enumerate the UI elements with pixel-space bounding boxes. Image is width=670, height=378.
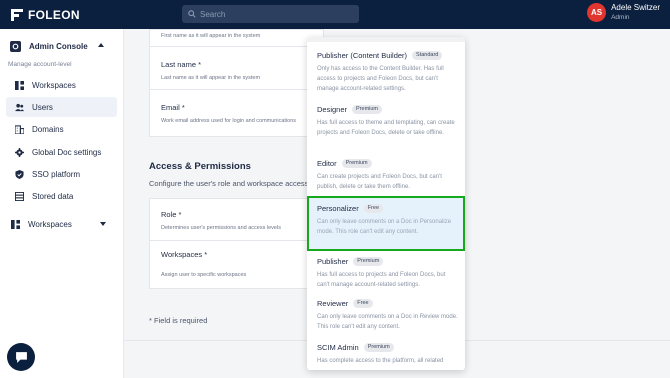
role-option-badge: Premium: [353, 256, 384, 266]
admin-console-icon: [10, 41, 21, 52]
role-option-description: Has full access to projects and Foleon D…: [317, 272, 446, 288]
sidebar-item-global-doc-settings[interactable]: Global Doc settings: [6, 142, 117, 162]
search-icon: [188, 10, 196, 18]
role-label: Role *: [161, 210, 182, 219]
role-option-description: Can only leave comments on a Doc in Revi…: [317, 314, 458, 330]
top-bar: FOLEON AS Adele Switzer Admin: [0, 0, 670, 29]
sidebar-item-label: Workspaces: [32, 80, 76, 90]
dropdown-scroll-edge: [307, 37, 465, 42]
workspaces-toggle-label: Workspaces: [28, 219, 72, 229]
divider: [150, 46, 325, 47]
grid-icon: [15, 80, 24, 90]
role-option-name: Designer: [317, 104, 348, 114]
chevron-up-icon: [98, 43, 104, 47]
sidebar-item-label: Stored data: [32, 191, 74, 201]
role-option-personalizer[interactable]: Personalizer Free Can only leave comment…: [307, 196, 465, 251]
database-icon: [15, 191, 24, 201]
role-option-name: SCIM Admin: [317, 342, 359, 352]
role-option-name: Editor: [317, 158, 337, 168]
foleon-logo[interactable]: FOLEON: [11, 8, 80, 22]
required-note: * Field is required: [149, 316, 208, 325]
role-option-badge: Free: [363, 203, 383, 213]
workspaces-help: Assign user to specific workspaces: [161, 272, 247, 278]
section-label: Manage account-level: [8, 61, 72, 68]
sidebar-item-stored-data[interactable]: Stored data: [6, 186, 117, 206]
workspaces-label: Workspaces *: [161, 250, 208, 259]
avatar[interactable]: AS: [587, 3, 607, 22]
role-help: Determines user's permissions and access…: [161, 225, 281, 231]
user-role: Admin: [611, 14, 630, 21]
access-permissions-subtitle: Configure the user's role and workspace …: [149, 179, 309, 188]
chat-icon: [15, 351, 27, 363]
sidebar-item-users[interactable]: Users: [6, 97, 117, 117]
last-name-help: Last name as it will appear in the syste…: [161, 75, 261, 81]
role-dropdown[interactable]: Publisher (Content Builder) Standard Onl…: [307, 37, 465, 370]
users-icon: [15, 103, 24, 111]
role-option-name: Publisher (Content Builder): [317, 50, 408, 60]
shield-icon: [15, 169, 24, 179]
role-option-editor[interactable]: Editor Premium Can create projects and F…: [307, 157, 465, 192]
divider: [150, 89, 325, 90]
sidebar-item-label: Global Doc settings: [32, 147, 102, 157]
last-name-label: Last name *: [161, 60, 202, 69]
email-label: Email *: [161, 103, 185, 112]
search-bar[interactable]: [182, 5, 359, 23]
admin-console-label: Admin Console: [29, 42, 88, 51]
access-permissions-title: Access & Permissions: [149, 161, 251, 172]
chevron-down-icon: [100, 222, 106, 226]
email-help: Work email address used for login and co…: [161, 118, 297, 124]
gear-icon: [15, 147, 24, 157]
first-name-help: First name as it will appear in the syst…: [161, 33, 261, 39]
role-option-description: Has complete access to the platform, all…: [317, 358, 444, 364]
role-option-publisher[interactable]: Publisher Premium Has full access to pro…: [307, 255, 465, 290]
personal-details-card: First name as it will appear in the syst…: [149, 29, 325, 137]
search-input[interactable]: [200, 9, 350, 19]
role-option-description: Can create projects and Foleon Docs, but…: [317, 174, 442, 190]
sidebar-item-workspaces[interactable]: Workspaces: [6, 75, 117, 95]
role-option-description: Only has access to the Content Builder. …: [317, 66, 444, 92]
workspaces-toggle[interactable]: Workspaces: [2, 214, 113, 234]
sidebar-item-sso-platform[interactable]: SSO platform: [6, 164, 117, 184]
divider: [150, 240, 325, 241]
sidebar-item-label: Domains: [32, 124, 64, 134]
user-name: Adele Switzer: [611, 3, 660, 12]
sidebar-item-label: SSO platform: [32, 169, 81, 179]
role-option-badge: Premium: [341, 158, 372, 168]
sidebar: Admin Console Manage account-level Works…: [0, 29, 124, 378]
role-option-description: Has full access to theme and templating,…: [317, 120, 455, 136]
user-menu[interactable]: AS Adele Switzer Admin: [587, 3, 660, 22]
role-option-badge: Premium: [363, 342, 394, 352]
admin-console-toggle[interactable]: Admin Console: [10, 41, 104, 52]
role-option-name: Publisher: [317, 256, 349, 266]
role-option-name: Personalizer: [317, 203, 359, 213]
role-option-badge: Free: [353, 298, 373, 308]
sidebar-item-domains[interactable]: Domains: [6, 119, 117, 139]
role-option-scim-admin[interactable]: SCIM Admin Premium Has complete access t…: [307, 341, 465, 366]
chat-button[interactable]: [7, 343, 35, 371]
role-option-publisher-content-builder[interactable]: Publisher (Content Builder) Standard Onl…: [307, 49, 465, 94]
building-icon: [15, 124, 24, 134]
sidebar-item-label: Users: [32, 102, 53, 112]
foleon-logo-icon: [11, 9, 23, 21]
role-option-designer[interactable]: Designer Premium Has full access to them…: [307, 103, 465, 138]
role-option-badge: Premium: [352, 104, 383, 114]
role-option-badge: Standard: [412, 50, 443, 60]
role-option-description: Can only leave comments on a Doc in Pers…: [317, 219, 452, 235]
role-option-reviewer[interactable]: Reviewer Free Can only leave comments on…: [307, 297, 465, 332]
grid-icon: [11, 219, 20, 229]
access-card: Role * Determines user's permissions and…: [149, 198, 325, 289]
role-option-name: Reviewer: [317, 298, 349, 308]
brand-name: FOLEON: [28, 8, 80, 22]
